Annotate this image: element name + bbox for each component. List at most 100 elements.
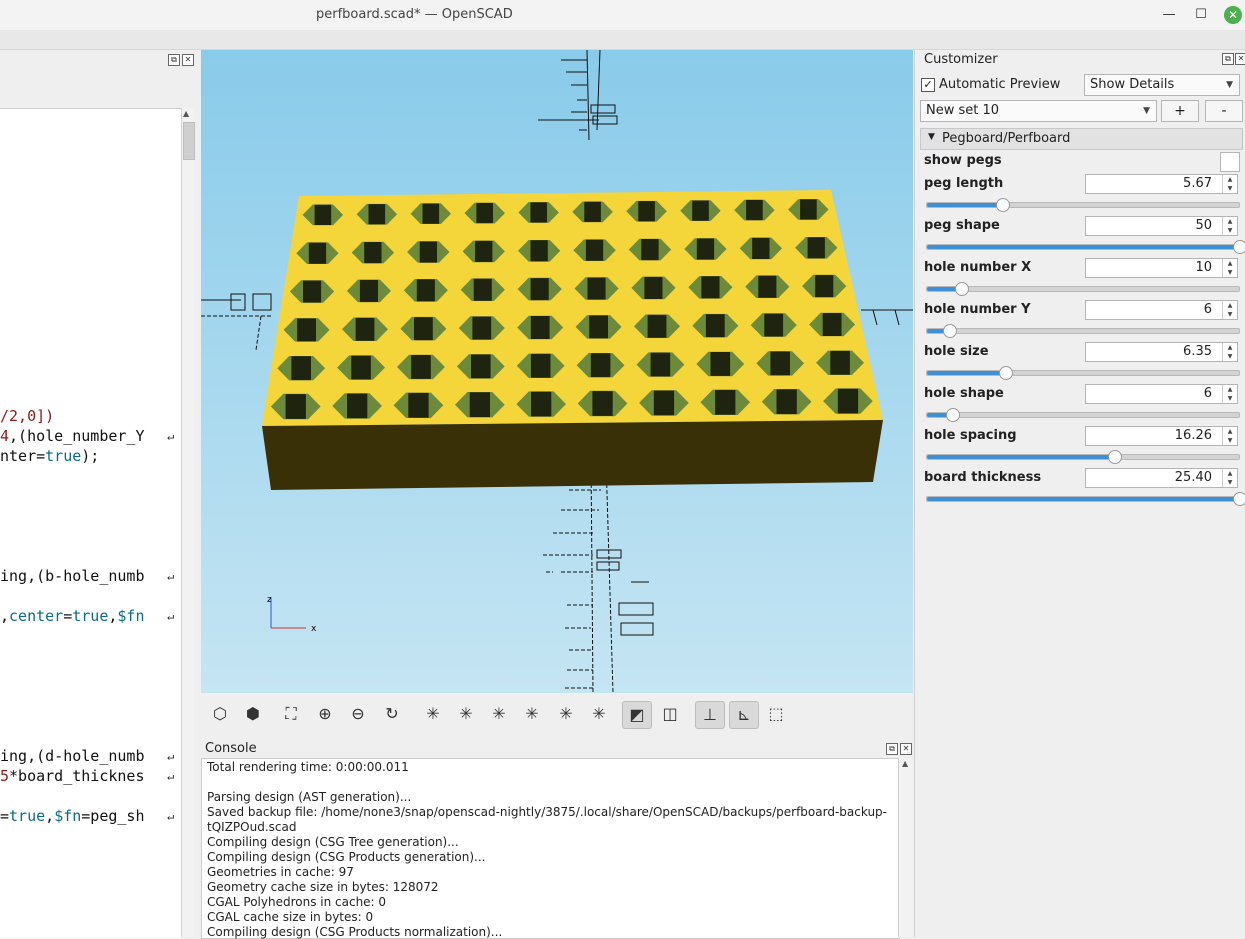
hole-shadow: [422, 203, 440, 224]
hole-shadow: [641, 239, 659, 261]
show-pegs-checkbox[interactable]: [1220, 152, 1240, 172]
code-line: ,center=true,$fn: [0, 607, 145, 625]
spin-arrows-icon[interactable]: ▲ ▼: [1222, 385, 1237, 403]
float-console-icon[interactable]: ⧉: [886, 743, 898, 755]
hole-shadow: [531, 391, 552, 417]
close-window-icon[interactable]: ✕: [1224, 6, 1242, 24]
hole-shadow: [592, 391, 613, 416]
minimize-icon[interactable]: —: [1160, 6, 1178, 24]
slider-handle[interactable]: [955, 282, 970, 296]
auto-preview-checkbox[interactable]: ✓: [921, 78, 935, 92]
view-top-icon[interactable]: ✳: [552, 701, 580, 727]
close-editor-icon[interactable]: ✕: [182, 54, 194, 66]
view-bottom-icon[interactable]: ✳: [585, 701, 613, 727]
param-spinbox[interactable]: 16.26 ▲ ▼: [1085, 426, 1238, 446]
details-select[interactable]: Show Details ▼: [1084, 74, 1240, 96]
param-slider[interactable]: [926, 282, 1240, 296]
param-spinbox[interactable]: 10 ▲ ▼: [1085, 258, 1238, 278]
param-spinbox[interactable]: 50 ▲ ▼: [1085, 216, 1238, 236]
slider-handle[interactable]: [1108, 450, 1123, 464]
param-slider[interactable]: [926, 366, 1240, 380]
view-back-icon[interactable]: ✳: [485, 701, 513, 727]
console-line: Geometry cache size in bytes: 128072: [207, 880, 439, 894]
hole-shadow: [590, 353, 611, 378]
view-right-icon[interactable]: ✳: [419, 701, 447, 727]
param-spinbox[interactable]: 5.67 ▲ ▼: [1085, 174, 1238, 194]
close-customizer-icon[interactable]: ✕: [1235, 53, 1245, 65]
slider-handle[interactable]: [1233, 240, 1245, 254]
param-slider[interactable]: [926, 324, 1240, 338]
code-token: true: [72, 607, 109, 625]
editor-scrollbar[interactable]: ▲: [181, 108, 195, 937]
perspective-icon[interactable]: ◩: [622, 701, 652, 729]
view-front-icon[interactable]: ✳: [518, 701, 546, 727]
console-line: CGAL cache size in bytes: 0: [207, 910, 374, 924]
customizer-pane: Customizer ⧉ ✕ ✓ Automatic Preview Show …: [914, 50, 1245, 937]
hole-shadow: [710, 352, 731, 376]
param-value: 50: [1195, 218, 1212, 233]
code-token: ing,(d-hole_numb: [0, 747, 145, 765]
float-customizer-icon[interactable]: ⧉: [1222, 53, 1234, 65]
show-edges-icon[interactable]: ⬚: [762, 701, 790, 727]
code-token: nter: [0, 447, 37, 465]
reset-view-icon[interactable]: ↻: [378, 701, 406, 727]
spin-arrows-icon[interactable]: ▲ ▼: [1222, 469, 1237, 487]
add-preset-button[interactable]: +: [1161, 100, 1199, 122]
hole-shadow: [587, 277, 606, 300]
param-spinbox[interactable]: 6 ▲ ▼: [1085, 300, 1238, 320]
close-console-icon[interactable]: ✕: [900, 743, 912, 755]
remove-preset-button[interactable]: -: [1205, 100, 1243, 122]
editor-scroll-thumb[interactable]: [183, 122, 195, 160]
code-line: /2,0]): [0, 407, 54, 425]
hole-shadow: [530, 240, 548, 262]
slider-handle[interactable]: [945, 408, 960, 422]
show-axes-icon[interactable]: ⊥: [695, 701, 725, 729]
slider-fill: [927, 203, 1002, 207]
param-spinbox[interactable]: 25.40 ▲ ▼: [1085, 468, 1238, 488]
console-scroll-up-icon[interactable]: ▲: [902, 759, 908, 768]
slider-handle[interactable]: [1233, 492, 1245, 506]
spin-arrows-icon[interactable]: ▲ ▼: [1222, 301, 1237, 319]
slider-handle[interactable]: [942, 324, 957, 338]
parameter-group-header[interactable]: ▼ Pegboard/Perfboard: [920, 128, 1243, 150]
3d-viewport[interactable]: z x: [201, 50, 913, 693]
hole-shadow: [715, 389, 736, 415]
spin-arrows-icon[interactable]: ▲ ▼: [1222, 343, 1237, 361]
param-spinbox[interactable]: 6 ▲ ▼: [1085, 384, 1238, 404]
code-editor[interactable]: /2,0]) 4,(hole_number_Y ↵ nter=true); ing,(b…: [0, 108, 181, 938]
spin-arrows-icon[interactable]: ▲ ▼: [1222, 175, 1237, 193]
zoom-out-icon[interactable]: ⊖: [344, 701, 372, 727]
show-scale-markers-icon[interactable]: ⊾: [729, 701, 759, 729]
param-slider[interactable]: [926, 240, 1245, 254]
console-output[interactable]: Total rendering time: 0:00:00.011 Parsing…: [201, 758, 900, 939]
slider-handle[interactable]: [999, 366, 1013, 380]
view-left-icon[interactable]: ✳: [452, 701, 480, 727]
code-token: =: [36, 447, 46, 465]
scroll-up-icon[interactable]: ▲: [183, 109, 189, 118]
console-scrollbar[interactable]: ▲: [898, 758, 913, 937]
hole-shadow: [638, 201, 655, 222]
view-all-icon[interactable]: ⛶: [277, 701, 305, 727]
slider-handle[interactable]: [995, 198, 1010, 212]
param-slider[interactable]: [926, 198, 1240, 212]
zoom-in-icon[interactable]: ⊕: [311, 701, 339, 727]
spin-arrows-icon[interactable]: ▲ ▼: [1222, 427, 1237, 445]
param-spinbox[interactable]: 6.35 ▲ ▼: [1085, 342, 1238, 362]
preview-icon[interactable]: ⬡: [206, 701, 234, 727]
param-value: 6.35: [1183, 344, 1212, 359]
render-icon[interactable]: ⬢: [239, 701, 267, 727]
param-slider[interactable]: [926, 408, 1240, 422]
spin-arrows-icon[interactable]: ▲ ▼: [1222, 217, 1237, 235]
param-slider[interactable]: [926, 492, 1245, 506]
hole-shadow: [837, 388, 859, 414]
preset-select[interactable]: New set 10 ▼: [920, 100, 1157, 122]
line-wrap-icon: ↵: [167, 569, 175, 583]
console-line: Compiling design (CSG Products generatio…: [207, 850, 486, 864]
param-slider[interactable]: [926, 450, 1240, 464]
float-editor-icon[interactable]: ⧉: [168, 54, 180, 66]
spin-arrows-icon[interactable]: ▲ ▼: [1222, 259, 1237, 277]
maximize-icon[interactable]: ☐: [1192, 6, 1210, 24]
customizer-title: Customizer: [924, 52, 998, 67]
hole-shadow: [408, 392, 429, 418]
orthogonal-icon[interactable]: ◫: [656, 701, 684, 727]
